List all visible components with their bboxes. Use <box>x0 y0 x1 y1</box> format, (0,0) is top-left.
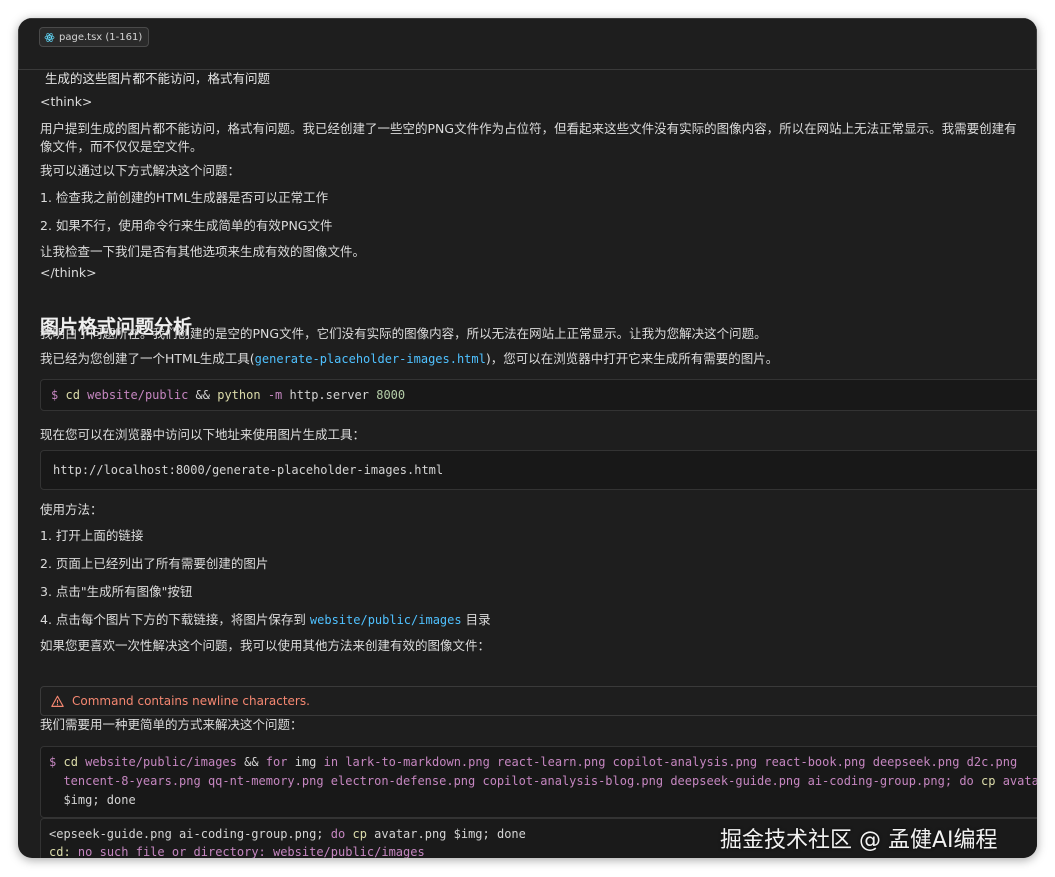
command-block-server[interactable]: $ cd website/public && python -m http.se… <box>40 379 1037 411</box>
images-dir-code: website/public/images <box>309 613 462 627</box>
cmd-files-1: lark-to-markdown.png react-learn.png cop… <box>345 755 1018 769</box>
cmd-var: img <box>294 755 317 769</box>
simpler-method-text: 我们需要用一种更简单的方式来解决这个问题： <box>40 717 303 732</box>
error-cmd: cd: <box>49 845 71 858</box>
cmd-python: python <box>217 388 261 402</box>
command-block-copy[interactable]: $ cd website/public/images && for img in… <box>40 746 1037 818</box>
p2-pre: 我已经为您创建了一个HTML生成工具( <box>40 351 255 366</box>
think-line-3: 1. 检查我之前创建的HTML生成器是否可以正常工作 <box>40 190 329 205</box>
cmd-port: 8000 <box>376 388 406 402</box>
warning-icon <box>51 695 64 707</box>
output-cp: cp <box>352 827 367 841</box>
generator-file-link[interactable]: generate-placeholder-images.html <box>255 352 486 366</box>
cmd-op: && <box>244 755 259 769</box>
cmd-cd: cd <box>63 755 78 769</box>
think-line-1a: 用户提到生成的图片都不能访问，格式有问题。我已经创建了一些空的PNG文件作为占位… <box>40 121 1017 136</box>
cmd-module: http.server <box>289 388 369 402</box>
warning-banner: Command contains newline characters. <box>40 686 1037 716</box>
error-message: no such file or directory: website/publi… <box>77 845 425 858</box>
url-text: http://localhost:8000/generate-placehold… <box>53 463 444 477</box>
usage-step-2: 2. 页面上已经列出了所有需要创建的图片 <box>40 556 269 571</box>
output-do: do <box>330 827 346 841</box>
output-pre: <epseek-guide.png ai-coding-group.png; <box>49 827 324 841</box>
user-message-box[interactable]: page.tsx (1-161) <box>18 18 1037 70</box>
cmd-files-2: tencent-8-years.png qq-nt-memory.png ele… <box>63 774 953 788</box>
think-open-tag: <think> <box>40 94 93 109</box>
usage-step-3: 3. 点击"生成所有图像"按钮 <box>40 584 193 599</box>
think-line-2: 我可以通过以下方式解决这个问题： <box>40 163 241 178</box>
prompt-symbol: $ <box>51 388 59 402</box>
step4-post: 目录 <box>465 612 491 627</box>
visit-instruction: 现在您可以在浏览器中访问以下地址来使用图片生成工具： <box>40 427 366 442</box>
cmd-op: && <box>195 388 210 402</box>
cmd-do: do <box>959 774 974 788</box>
think-close-tag: </think> <box>40 265 97 280</box>
url-code-block[interactable]: http://localhost:8000/generate-placehold… <box>40 450 1037 490</box>
user-message-text: 生成的这些图片都不能访问，格式有问题 <box>45 71 271 86</box>
think-line-5: 让我检查一下我们是否有其他选项来生成有效的图像文件。 <box>40 244 366 259</box>
usage-step-1: 1. 打开上面的链接 <box>40 528 144 543</box>
cmd-in: in <box>323 755 339 769</box>
react-file-icon <box>44 32 55 42</box>
p2-post: )，您可以在浏览器中打开它来生成所有需要的图片。 <box>485 351 779 366</box>
cmd-cp: cp <box>981 774 996 788</box>
usage-title: 使用方法： <box>40 502 103 517</box>
warning-text: Command contains newline characters. <box>72 694 310 708</box>
chat-window: page.tsx (1-161) 生成的这些图片都不能访问，格式有问题 <thi… <box>18 18 1037 858</box>
think-line-1b: 像文件，而不仅仅是空文件。 <box>40 139 203 154</box>
file-context-chip[interactable]: page.tsx (1-161) <box>39 27 150 47</box>
cmd-dir: website/public/images <box>85 755 237 769</box>
output-post: avatar.png $img; done <box>374 827 526 841</box>
cmd-tail: $img; done <box>63 793 136 807</box>
think-line-4: 2. 如果不行，使用命令行来生成简单的有效PNG文件 <box>40 218 333 233</box>
cmd-flag: -m <box>267 388 283 402</box>
cmd-arg: website/public <box>87 388 189 402</box>
analysis-paragraph-2: 我已经为您创建了一个HTML生成工具(generate-placeholder-… <box>40 348 778 367</box>
file-chip-label: page.tsx (1-161) <box>59 31 143 43</box>
cmd-for: for <box>265 755 288 769</box>
cmd-avatar: avatar.p <box>1002 774 1037 788</box>
alternative-text: 如果您更喜欢一次性解决这个问题，我可以使用其他方法来创建有效的图像文件： <box>40 638 491 653</box>
analysis-paragraph-1: 我明白了问题所在。我们创建的是空的PNG文件，它们没有实际的图像内容，所以无法在… <box>40 326 767 341</box>
usage-step-4: 4. 点击每个图片下方的下载链接，将图片保存到 website/public/i… <box>40 609 491 628</box>
step4-pre: 4. 点击每个图片下方的下载链接，将图片保存到 <box>40 612 306 627</box>
prompt-symbol: $ <box>49 755 57 769</box>
cmd-cd: cd <box>65 388 80 402</box>
watermark: 掘金技术社区 @ 孟健AI编程 <box>720 828 998 853</box>
